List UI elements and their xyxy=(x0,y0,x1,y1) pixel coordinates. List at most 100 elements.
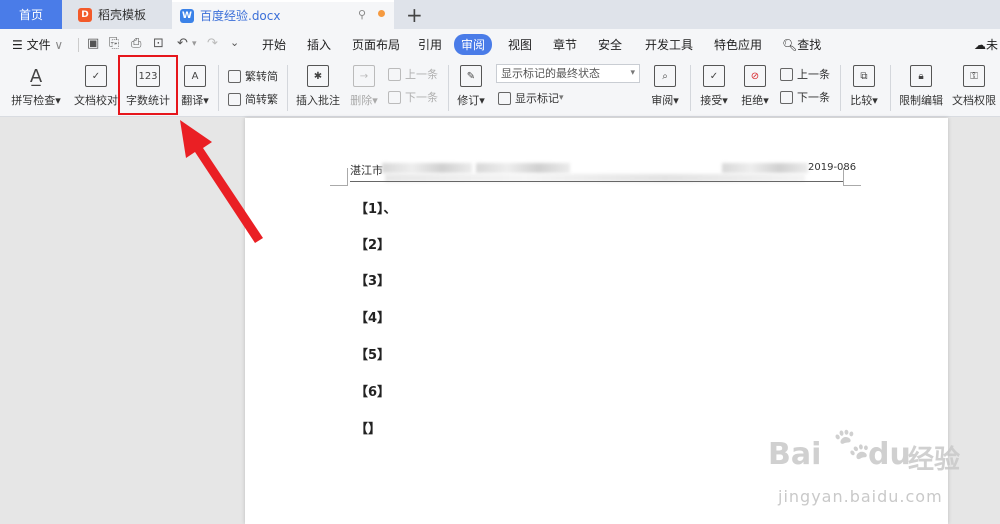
review-pane-icon: ⌕ xyxy=(654,65,676,87)
ribbon-divider xyxy=(448,65,449,111)
tab-daoke-label: 稻壳模板 xyxy=(98,8,147,22)
menu-security[interactable]: 安全 xyxy=(598,36,622,53)
doc-permission-button[interactable]: ⚿ 文档权限 xyxy=(950,59,998,108)
tab-bar: 首页 D 稻壳模板 W 百度经验.docx ⚲ + xyxy=(0,0,1000,29)
accept-button[interactable]: ✓ 接受▾ xyxy=(696,59,732,108)
reject-button[interactable]: ⊘ 拒绝▾ xyxy=(737,59,773,108)
ribbon-divider xyxy=(218,65,219,111)
paragraph-6[interactable]: 【6】 xyxy=(355,381,390,400)
tab-home[interactable]: 首页 xyxy=(0,0,62,29)
simp-trad-icon xyxy=(228,92,241,106)
search-icon: 🔍︎ xyxy=(782,38,798,52)
restrict-edit-label: 限制编辑 xyxy=(899,94,943,107)
watermark-brand-cn: 经验 xyxy=(908,445,961,475)
tab-daoke-templates[interactable]: D 稻壳模板 xyxy=(66,0,170,29)
undo-icon[interactable]: ↶ xyxy=(177,36,188,51)
menu-file[interactable]: ☰ 文件 ∨ xyxy=(12,36,63,53)
menu-chapter[interactable]: 章节 xyxy=(553,36,577,53)
watermark-brand: Bai xyxy=(768,437,822,472)
delete-comment-icon: → xyxy=(353,65,375,87)
translate-button[interactable]: A 翻译▾ xyxy=(178,59,212,108)
delete-label: 删除▾ xyxy=(350,94,378,107)
next-change-button[interactable]: 下一条 xyxy=(780,89,830,105)
markup-state-select[interactable]: 显示标记的最终状态 ▾ xyxy=(496,64,640,83)
review-pane-button[interactable]: ⌕ 审阅▾ xyxy=(648,59,682,108)
spell-check-icon: A̲ xyxy=(29,65,43,87)
paragraph-3[interactable]: 【3】 xyxy=(355,270,390,289)
customize-toolbar-icon[interactable]: ⌄ xyxy=(230,36,239,49)
margin-corner-marker xyxy=(330,168,348,186)
doc-proof-label: 文档校对 xyxy=(74,94,118,107)
prev-comment-label: 上一条 xyxy=(405,68,438,81)
print-preview-icon[interactable]: ⊡ xyxy=(153,36,164,51)
insert-comment-button[interactable]: ✱ 插入批注 xyxy=(293,59,343,108)
word-count-highlight xyxy=(118,55,178,115)
compare-label: 比较▾ xyxy=(850,94,878,107)
prev-comment-button[interactable]: 上一条 xyxy=(388,66,438,82)
redacted-text xyxy=(722,163,808,173)
unsaved-dot-icon xyxy=(378,10,385,17)
spell-check-button[interactable]: A̲ 拼写检查▾ xyxy=(10,59,62,108)
undo-dropdown-icon[interactable]: ▾ xyxy=(192,39,197,49)
hamburger-icon: ☰ xyxy=(12,38,27,52)
paragraph-4[interactable]: 【4】 xyxy=(355,307,390,326)
compare-icon: ⧉ xyxy=(853,65,875,87)
baidu-watermark: Bai 🐾︎ du 经验 jingyan.baidu.com xyxy=(768,425,988,515)
accept-icon: ✓ xyxy=(703,65,725,87)
pin-icon[interactable]: ⚲ xyxy=(358,8,366,21)
restrict-edit-button[interactable]: 🔒︎ 限制编辑 xyxy=(896,59,946,108)
menu-developer[interactable]: 开发工具 xyxy=(645,36,693,53)
doc-permission-icon: ⚿ xyxy=(963,65,985,87)
redo-icon[interactable]: ↷ xyxy=(207,36,218,51)
next-change-label: 下一条 xyxy=(797,91,830,104)
menu-file-label: 文件 xyxy=(26,38,51,52)
menu-start[interactable]: 开始 xyxy=(262,36,286,53)
menu-insert[interactable]: 插入 xyxy=(307,36,331,53)
prev-change-icon xyxy=(780,67,793,81)
word-doc-icon: W xyxy=(180,8,194,23)
simp-to-trad-button[interactable]: 简转繁 xyxy=(228,91,278,107)
watermark-brand-du: du xyxy=(868,437,911,472)
track-changes-icon: ✎ xyxy=(460,65,482,87)
trad-to-simp-button[interactable]: 繁转简 xyxy=(228,68,278,84)
compare-button[interactable]: ⧉ 比较▾ xyxy=(846,59,882,108)
header-rule xyxy=(350,181,843,182)
paragraph-2[interactable]: 【2】 xyxy=(355,234,390,253)
header-city: 湛江市 xyxy=(350,164,383,177)
spell-check-label: 拼写检查▾ xyxy=(11,94,61,107)
cloud-sync[interactable]: ☁未 xyxy=(974,36,998,53)
track-changes-label: 修订▾ xyxy=(457,94,485,107)
track-changes-button[interactable]: ✎ 修订▾ xyxy=(454,59,488,108)
paragraph-5[interactable]: 【5】 xyxy=(355,344,390,363)
translate-label: 翻译▾ xyxy=(181,94,209,107)
doc-proof-button[interactable]: ✓ 文档校对 xyxy=(72,59,120,108)
prev-change-button[interactable]: 上一条 xyxy=(780,66,830,82)
show-markup-button[interactable]: 显示标记 ▾ xyxy=(498,90,564,106)
save-icon[interactable]: ▣ xyxy=(87,36,99,51)
show-markup-icon xyxy=(498,91,511,105)
paragraph-7[interactable]: 【】 xyxy=(355,418,381,437)
next-change-icon xyxy=(780,90,793,104)
menu-view[interactable]: 视图 xyxy=(508,36,532,53)
next-comment-label: 下一条 xyxy=(405,91,438,104)
cloud-status-label: 未 xyxy=(986,38,999,52)
menu-page-layout[interactable]: 页面布局 xyxy=(352,36,400,53)
cloud-icon: ☁ xyxy=(974,38,986,52)
reject-label: 拒绝▾ xyxy=(741,94,769,107)
accept-label: 接受▾ xyxy=(700,94,728,107)
print-icon[interactable]: ⎙ xyxy=(131,36,141,51)
menu-reference[interactable]: 引用 xyxy=(418,36,442,53)
redacted-text xyxy=(476,163,570,173)
next-comment-button[interactable]: 下一条 xyxy=(388,89,438,105)
new-tab-button[interactable]: + xyxy=(406,3,423,27)
insert-comment-label: 插入批注 xyxy=(296,94,340,107)
prev-comment-icon xyxy=(388,67,401,81)
export-pdf-icon[interactable]: ⎘ xyxy=(109,36,119,51)
search-menu[interactable]: 🔍︎查找 xyxy=(782,36,821,53)
paragraph-1[interactable]: 【1】、 xyxy=(355,198,397,217)
ribbon-divider xyxy=(690,65,691,111)
menu-review[interactable]: 审阅 xyxy=(454,34,493,55)
delete-comment-button[interactable]: → 删除▾ xyxy=(346,59,382,108)
menu-special[interactable]: 特色应用 xyxy=(714,36,762,53)
tab-document-label: 百度经验.docx xyxy=(200,9,281,23)
